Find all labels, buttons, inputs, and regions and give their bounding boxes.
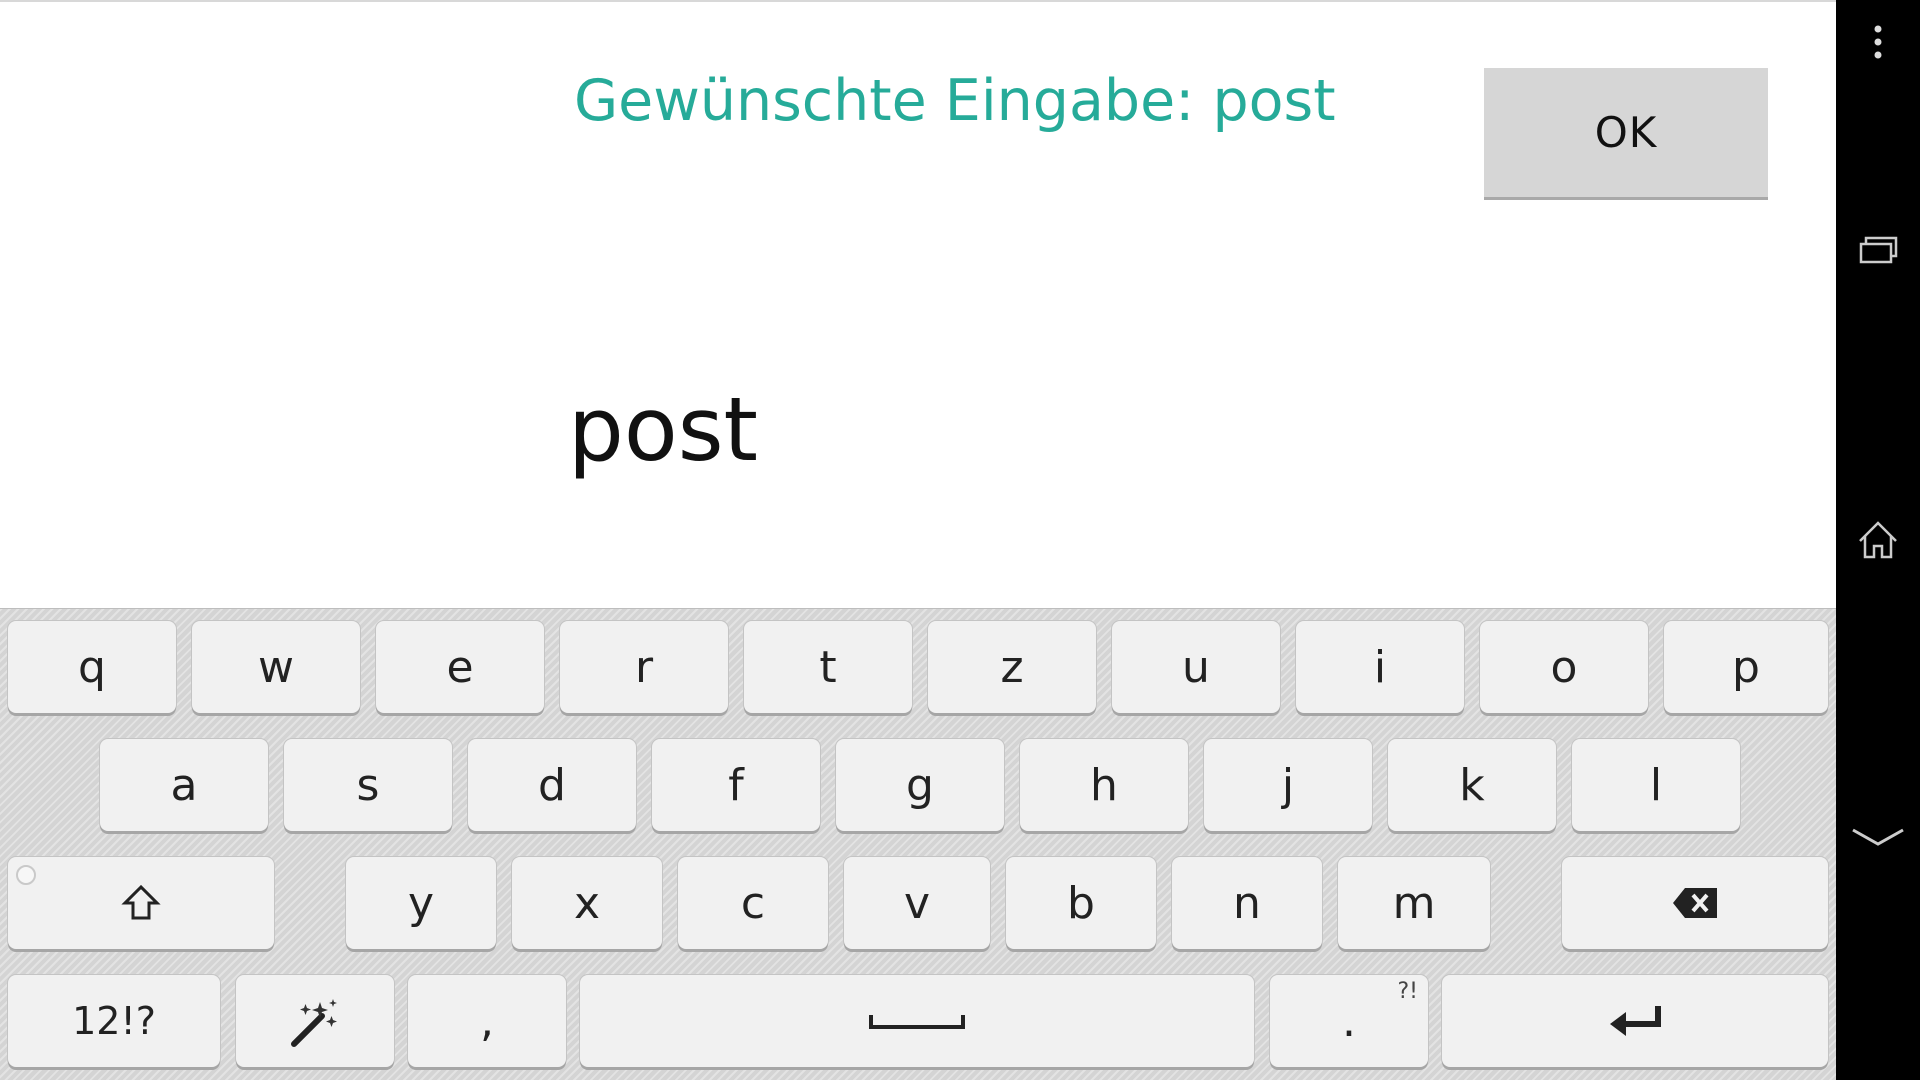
key-o[interactable]: o [1480,621,1648,713]
key-h[interactable]: h [1020,739,1188,831]
key-u[interactable]: u [1112,621,1280,713]
shift-indicator-icon [16,865,36,885]
prompt-text: Gewünschte Eingabe: post [574,68,1336,134]
key-l[interactable]: l [1572,739,1740,831]
key-e[interactable]: e [376,621,544,713]
key-t[interactable]: t [744,621,912,713]
key-f[interactable]: f [652,739,820,831]
overflow-menu-icon[interactable] [1836,22,1920,62]
hide-keyboard-icon[interactable] [1836,822,1920,852]
symbols-mode-key[interactable]: 12!? [8,975,220,1067]
entered-text-field[interactable]: post [568,380,758,480]
period-key[interactable]: . ?! [1270,975,1428,1067]
shift-key[interactable] [8,857,274,949]
key-i[interactable]: i [1296,621,1464,713]
shift-icon [121,884,161,920]
key-c[interactable]: c [678,857,828,949]
ok-button[interactable]: OK [1484,68,1768,200]
key-q[interactable]: q [8,621,176,713]
backspace-icon [1673,888,1717,918]
key-p[interactable]: p [1664,621,1828,713]
key-x[interactable]: x [512,857,662,949]
enter-icon [1610,1006,1661,1036]
key-r[interactable]: r [560,621,728,713]
key-b[interactable]: b [1006,857,1156,949]
key-s[interactable]: s [284,739,452,831]
enter-key[interactable] [1442,975,1828,1067]
period-label: . [1342,995,1356,1047]
key-z[interactable]: z [928,621,1096,713]
space-bar-icon [869,1015,965,1029]
key-v[interactable]: v [844,857,990,949]
backspace-key[interactable] [1562,857,1828,949]
magic-wand-key[interactable] [236,975,394,1067]
top-divider [0,0,1836,2]
recent-apps-icon[interactable] [1836,230,1920,270]
key-m[interactable]: m [1338,857,1490,949]
home-icon[interactable] [1836,518,1920,562]
comma-key[interactable]: , [408,975,566,1067]
key-w[interactable]: w [192,621,360,713]
app-screen: Gewünschte Eingabe: post OK post [0,0,1836,608]
space-key[interactable] [580,975,1254,1067]
navigation-bar [1836,0,1920,1080]
key-y[interactable]: y [346,857,496,949]
key-a[interactable]: a [100,739,268,831]
key-j[interactable]: j [1204,739,1372,831]
key-g[interactable]: g [836,739,1004,831]
soft-keyboard: q w e r t z u i o p a s d f g h j k l y … [0,608,1836,1080]
key-n[interactable]: n [1172,857,1322,949]
period-hint-label: ?! [1397,979,1419,1004]
key-k[interactable]: k [1388,739,1556,831]
key-d[interactable]: d [468,739,636,831]
magic-wand-icon [291,999,337,1047]
